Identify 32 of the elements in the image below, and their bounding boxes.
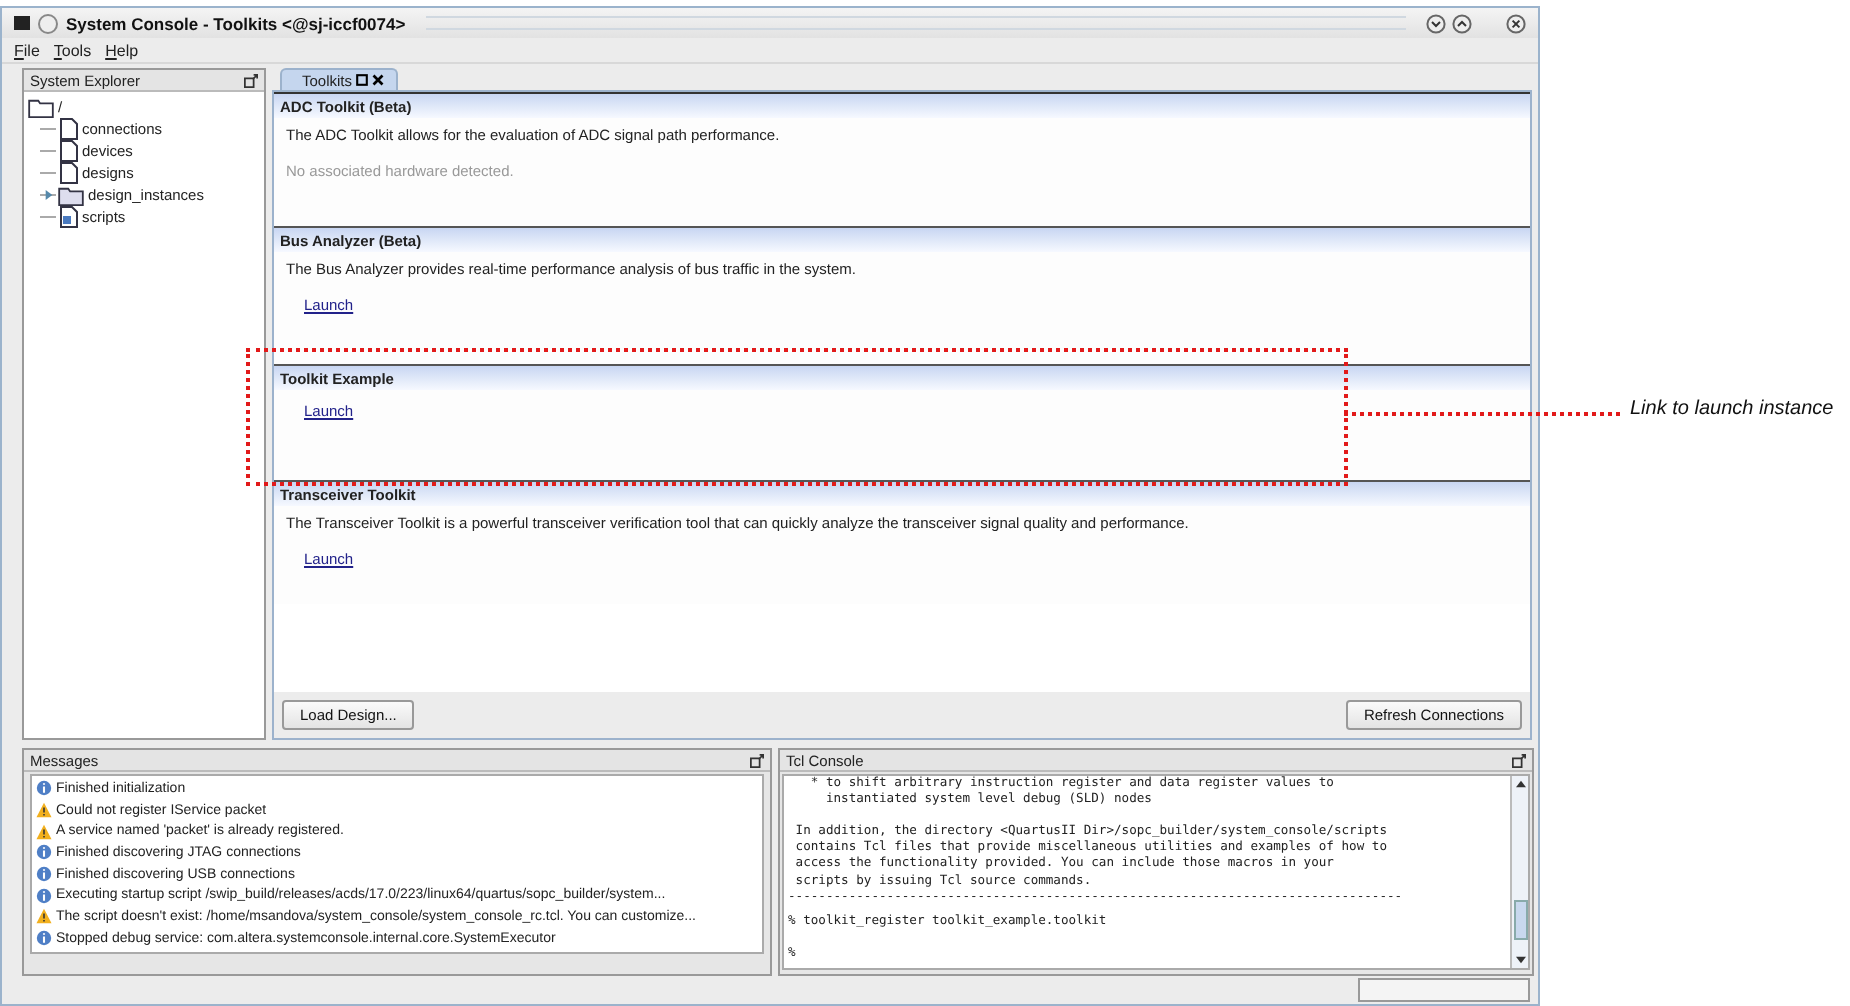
menu-item[interactable]: Help: [105, 41, 139, 59]
scroll-down-icon[interactable]: [1515, 956, 1525, 964]
warning-icon: [36, 802, 52, 819]
close-icon[interactable]: [372, 74, 385, 86]
menu-item[interactable]: File: [14, 41, 40, 59]
file-icon: [60, 118, 78, 140]
file-icon: [60, 140, 78, 162]
maximize-icon[interactable]: [1452, 13, 1472, 33]
info-icon: [36, 844, 52, 861]
info-icon: [36, 887, 52, 904]
folder-icon: [58, 185, 84, 205]
window-title: System Console - Toolkits <@sj-iccf0074>: [66, 13, 406, 33]
scrollbar[interactable]: [1510, 776, 1528, 968]
file-icon: [60, 162, 78, 184]
close-icon[interactable]: [1506, 13, 1526, 33]
scroll-up-icon[interactable]: [1515, 780, 1525, 788]
warning-icon: [36, 908, 52, 925]
undock-icon[interactable]: [244, 73, 258, 87]
warning-icon: [36, 823, 52, 840]
maximize-icon[interactable]: [356, 74, 369, 86]
circle-icon[interactable]: [38, 13, 58, 33]
minimize-icon[interactable]: [1426, 13, 1446, 33]
info-icon: [36, 780, 52, 797]
undock-icon[interactable]: [750, 753, 764, 767]
callout-label: Link to launch instance: [1630, 398, 1834, 420]
undock-icon[interactable]: [1512, 753, 1526, 767]
menu-item[interactable]: Tools: [53, 41, 92, 59]
info-icon: [36, 866, 52, 883]
expand-icon[interactable]: [44, 190, 54, 200]
info-icon: [36, 930, 52, 947]
scrollbar-thumb[interactable]: [1513, 900, 1527, 940]
script-file-icon: [60, 206, 78, 228]
